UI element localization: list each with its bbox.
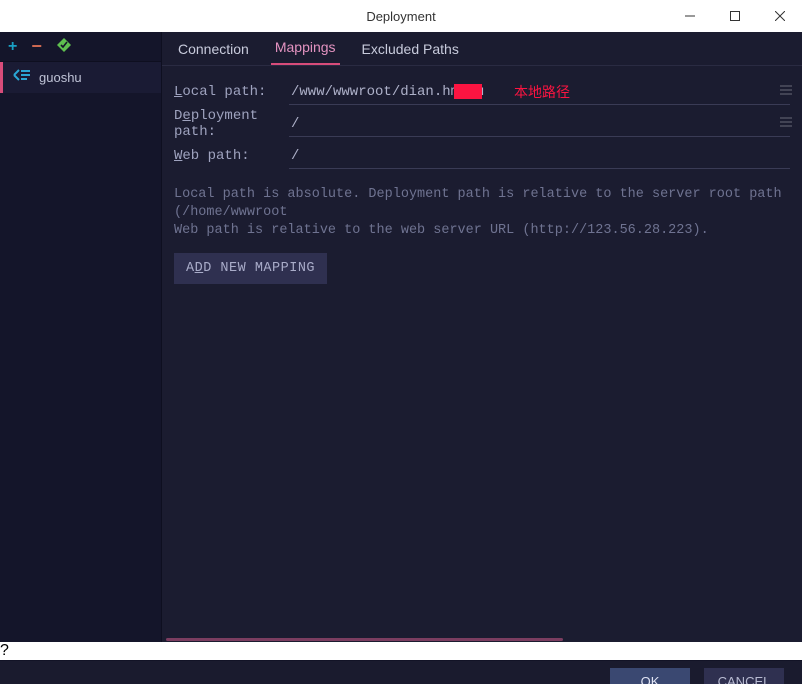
help-icon[interactable]: ?	[0, 642, 802, 660]
cancel-button[interactable]: CANCEL	[704, 668, 784, 684]
check-icon[interactable]	[56, 37, 72, 56]
label-web-path: Web path:	[174, 148, 289, 164]
tab-connection[interactable]: Connection	[174, 33, 253, 65]
ok-button[interactable]: OK	[610, 668, 690, 684]
tab-excluded-paths[interactable]: Excluded Paths	[358, 33, 463, 65]
sftp-icon	[13, 68, 31, 87]
row-menu-icon[interactable]	[780, 116, 792, 132]
sidebar-item-label: guoshu	[39, 70, 82, 85]
row-local-path: Local path: 本地路径	[174, 76, 790, 108]
app-body: + − guoshu Connection Mappings E	[0, 32, 802, 642]
maximize-button[interactable]	[712, 0, 757, 32]
tabs: Connection Mappings Excluded Paths	[162, 32, 802, 66]
minimize-button[interactable]	[667, 0, 712, 32]
sidebar-toolbar: + −	[0, 32, 161, 62]
label-deployment-path: Deployment path:	[174, 108, 299, 140]
remove-server-icon[interactable]: −	[31, 36, 42, 57]
row-deployment-path: Deployment path:	[174, 108, 790, 140]
deployment-path-input[interactable]	[289, 112, 790, 137]
add-server-icon[interactable]: +	[8, 38, 17, 56]
tab-mappings[interactable]: Mappings	[271, 32, 340, 65]
web-path-input[interactable]	[289, 144, 790, 169]
window-title: Deployment	[366, 9, 435, 24]
annotation-local-path: 本地路径	[514, 82, 570, 102]
redaction-box	[454, 84, 482, 99]
footer: OK CANCEL	[0, 660, 802, 684]
add-new-mapping-button[interactable]: ADD NEW MAPPING	[174, 253, 327, 284]
sidebar: + − guoshu	[0, 32, 162, 642]
row-web-path: Web path:	[174, 140, 790, 172]
help-text: Local path is absolute. Deployment path …	[174, 186, 790, 241]
footer-wrap: ? OK CANCEL	[0, 642, 802, 684]
titlebar: Deployment	[0, 0, 802, 32]
mappings-form: Local path: 本地路径 Deployment path:	[162, 66, 802, 284]
window-controls	[667, 0, 802, 32]
main-panel: Connection Mappings Excluded Paths Local…	[162, 32, 802, 642]
sidebar-item-server[interactable]: guoshu	[0, 62, 161, 93]
scrollbar-thumb[interactable]	[166, 638, 563, 641]
close-button[interactable]	[757, 0, 802, 32]
row-menu-icon[interactable]	[780, 84, 792, 100]
label-local-path: Local path:	[174, 84, 289, 100]
